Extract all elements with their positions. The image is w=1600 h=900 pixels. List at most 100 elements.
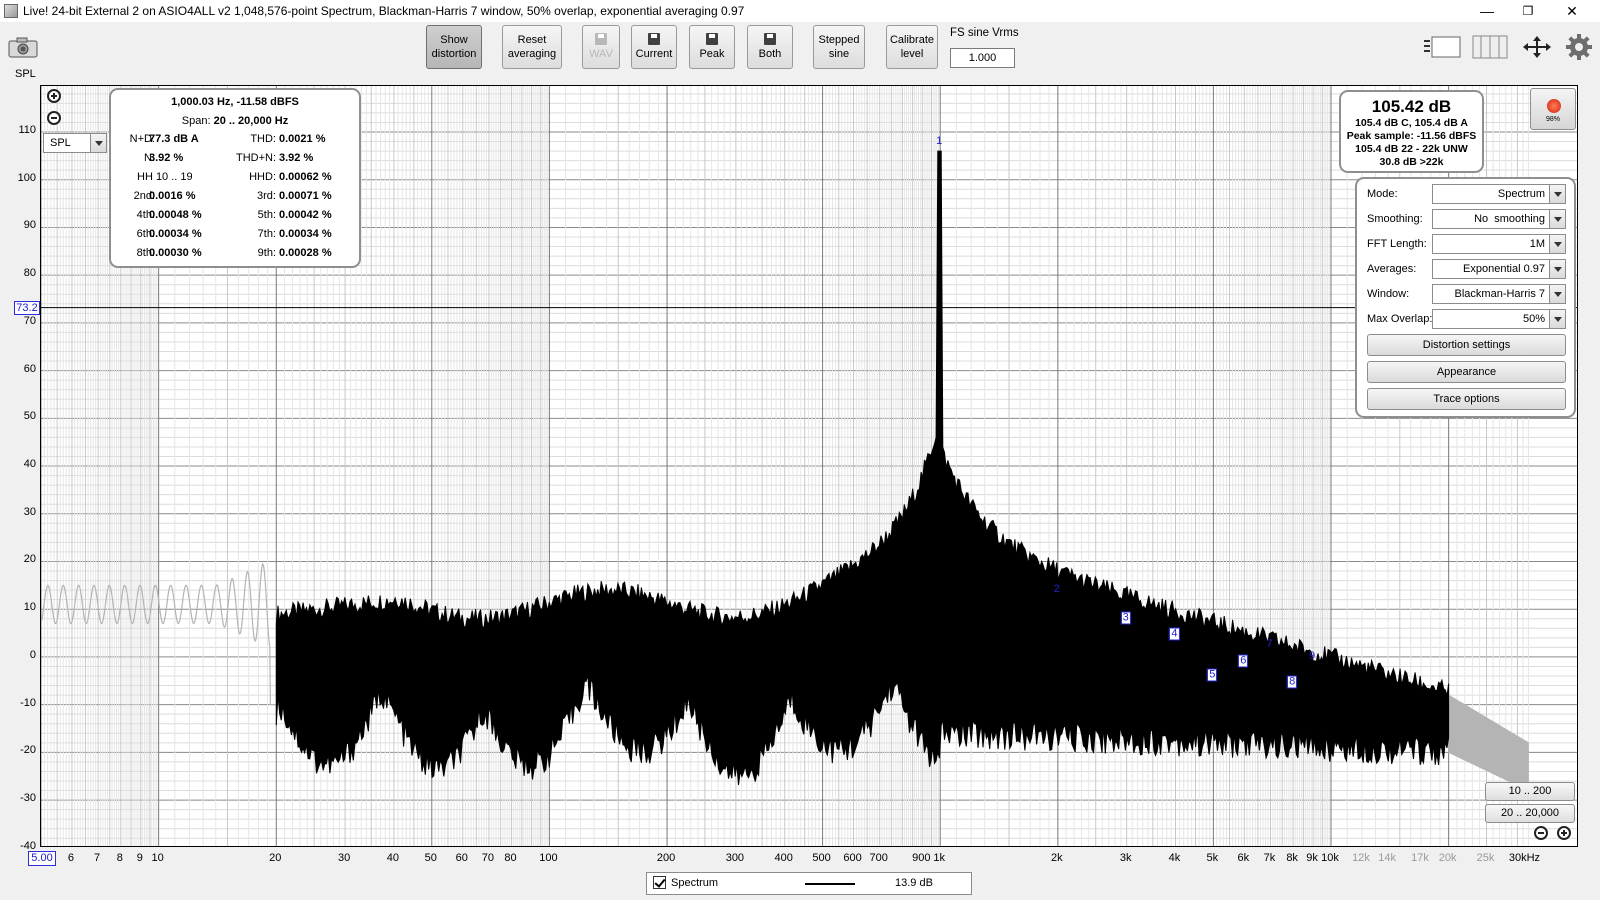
camera-icon[interactable] [8, 36, 38, 58]
h9-value: 0.00028 % [279, 247, 332, 259]
x-tick-label: 9k [1306, 852, 1318, 864]
x-tick-label: 80 [504, 852, 517, 864]
current-label: Current [635, 48, 673, 60]
show-distortion-label-2: distortion [431, 48, 477, 60]
window-value: Blackman-Harris 7 [1454, 288, 1545, 300]
thdn-label: THD+N: [235, 152, 276, 164]
thd-value: 0.0021 % [279, 133, 326, 145]
fit-arrows-icon[interactable] [1518, 34, 1556, 60]
current-button[interactable]: Current [631, 25, 677, 69]
record-percent: 98% [1545, 116, 1560, 123]
zoom-out-icon[interactable] [47, 111, 61, 125]
harmonic-marker[interactable]: 5 [1207, 668, 1218, 682]
legend-spectrum-value: 13.9 dB [895, 877, 933, 889]
x-zoom-out-icon[interactable] [1534, 826, 1548, 840]
distortion-settings-button[interactable]: Distortion settings [1367, 334, 1566, 356]
app-icon [4, 4, 18, 18]
h5-label: 5th: [257, 209, 276, 221]
x-tick-label: 30kHz [1508, 852, 1541, 864]
harmonic-marker[interactable]: 8 [1287, 675, 1298, 689]
harmonic-marker[interactable]: 6 [1238, 654, 1249, 668]
appearance-button[interactable]: Appearance [1367, 361, 1566, 383]
harmonic-marker[interactable]: 9 [1309, 650, 1315, 662]
stepped-sine-button[interactable]: Stepped sine [813, 25, 865, 69]
y-tick-label: 100 [17, 171, 36, 184]
y-tick-label: 80 [23, 267, 36, 280]
wav-save-icon [595, 33, 607, 45]
both-button[interactable]: Both [747, 25, 793, 69]
x-tick-label: 25k [1476, 852, 1495, 864]
max-overlap-value: 50% [1522, 313, 1545, 325]
averages-select[interactable]: Exponential 0.97 [1432, 259, 1566, 279]
x-zoom-in-icon[interactable] [1557, 826, 1571, 840]
x-tick-label: 17k [1411, 852, 1429, 864]
smoothing-label: Smoothing: [1367, 213, 1423, 225]
mode-select[interactable]: Spectrum [1432, 184, 1566, 204]
distortion-row: N+D: 77.3 dB A THD: 0.0021 % [111, 133, 359, 151]
spectrum-trace-above-span [1448, 694, 1529, 792]
hh-range-label: HH 10 .. 19 [137, 171, 193, 183]
stepped-sine-label-2: sine [828, 48, 850, 60]
hhd-value: 0.00062 % [279, 171, 332, 183]
hhd-label: HHD: [249, 171, 276, 183]
mode-label: Mode: [1367, 188, 1398, 200]
reset-averaging-button[interactable]: Reset averaging [502, 25, 562, 69]
cursor-level-label[interactable]: 73.2 [14, 301, 40, 315]
calibrate-level-button[interactable]: Calibrate level [886, 25, 938, 69]
restore-icon[interactable]: ❐ [1505, 0, 1551, 22]
fundamental-readout: 1,000.03 Hz, -11.58 dBFS [171, 96, 299, 108]
zoom-in-icon[interactable] [47, 89, 61, 103]
fs-sine-vrms-input[interactable]: 1.000 [950, 48, 1015, 68]
fft-length-select[interactable]: 1M [1432, 234, 1566, 254]
record-icon [1547, 99, 1561, 113]
harmonic-marker[interactable]: 3 [1120, 611, 1131, 625]
minimize-icon[interactable]: — [1464, 0, 1510, 22]
graph-size-icon[interactable] [1422, 34, 1462, 60]
layout-icon[interactable] [1472, 34, 1508, 60]
x-tick-label: 12k [1352, 852, 1370, 864]
range-20-20000-button[interactable]: 20 .. 20,000 [1485, 804, 1575, 823]
x-tick-label: 900 [912, 852, 931, 864]
record-button[interactable]: 98% [1530, 88, 1576, 130]
wav-button[interactable]: WAV [582, 25, 620, 69]
x-axis-min-label[interactable]: 5.00 [28, 851, 56, 866]
wav-label: WAV [589, 48, 613, 60]
max-overlap-select[interactable]: 50% [1432, 309, 1566, 329]
trace-options-button[interactable]: Trace options [1367, 388, 1566, 410]
x-tick-label: 300 [725, 852, 745, 864]
gear-icon[interactable] [1566, 34, 1592, 60]
y-tick-label: 50 [23, 410, 36, 423]
harmonic-marker[interactable]: 7 [1266, 638, 1272, 650]
show-distortion-button[interactable]: Show distortion [426, 25, 482, 69]
harmonic-marker[interactable]: 2 [1054, 583, 1060, 595]
x-tick-label: 100 [539, 852, 558, 864]
smoothing-select[interactable]: No smoothing [1432, 209, 1566, 229]
h8-value: 0.00030 % [149, 247, 202, 259]
max-overlap-row: Max Overlap: 50% [1357, 308, 1574, 330]
h6-value: 0.00034 % [149, 228, 202, 240]
averages-value: Exponential 0.97 [1463, 263, 1545, 275]
harmonic-marker[interactable]: 1 [936, 135, 942, 147]
n-value: 3.92 % [149, 152, 184, 164]
calibrate-level-label-2: level [900, 48, 924, 60]
averages-label: Averages: [1367, 263, 1417, 275]
nd-value: 77.3 dB A [149, 133, 199, 145]
range-10-200-button[interactable]: 10 .. 200 [1485, 782, 1575, 801]
x-tick-label: 10k [1321, 852, 1339, 864]
y-tick-label: -30 [20, 792, 36, 805]
max-overlap-label: Max Overlap: [1367, 313, 1433, 325]
distortion-row: 8th: 0.00030 % 9th: 0.00028 % [111, 247, 359, 265]
harmonic-marker[interactable]: 4 [1169, 627, 1180, 641]
window-select[interactable]: Blackman-Harris 7 [1432, 284, 1566, 304]
fft-length-value: 1M [1529, 238, 1545, 250]
peak-button[interactable]: Peak [689, 25, 735, 69]
x-tick-label: 9 [136, 852, 143, 864]
close-icon[interactable]: ✕ [1549, 0, 1595, 22]
y-tick-label: -10 [20, 696, 36, 709]
window-row: Window: Blackman-Harris 7 [1357, 283, 1574, 305]
legend-trace-swatch [805, 883, 855, 885]
x-tick-label: 5k [1206, 852, 1219, 864]
unit-select[interactable]: SPL [43, 133, 107, 153]
chevron-down-icon [1549, 235, 1565, 253]
spectrum-visible-checkbox[interactable] [653, 876, 666, 889]
